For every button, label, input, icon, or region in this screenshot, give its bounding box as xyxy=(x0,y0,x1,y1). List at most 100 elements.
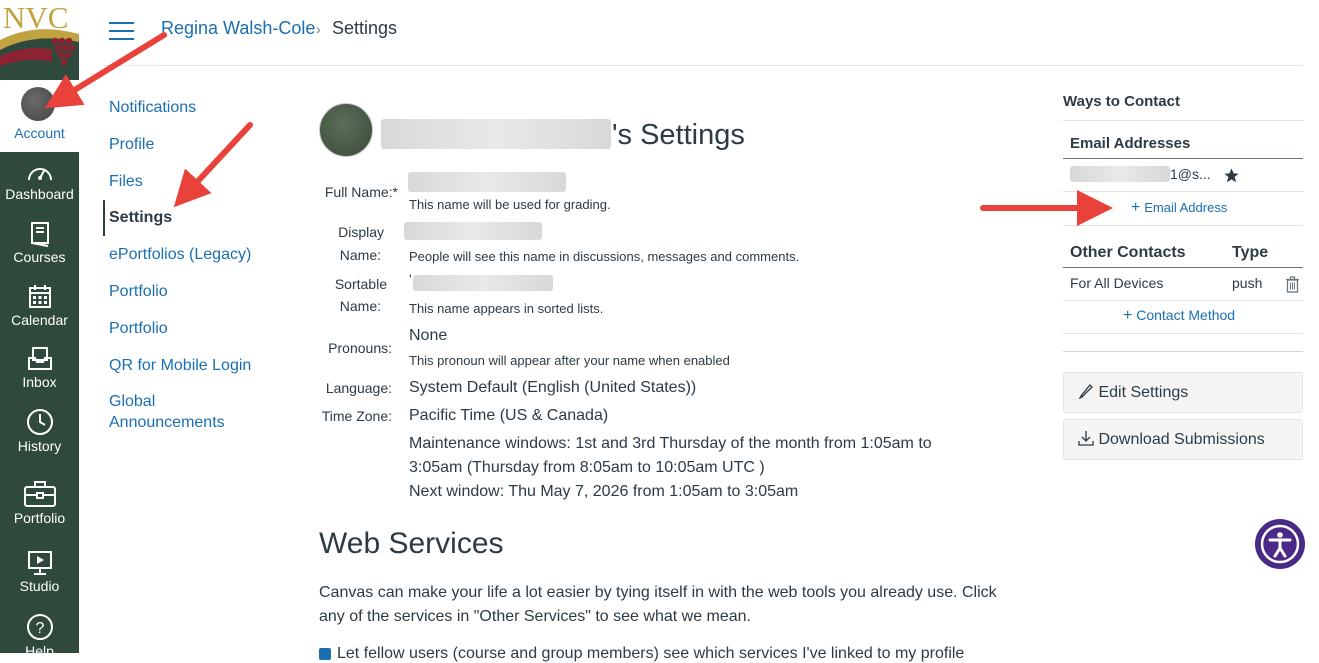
other-contacts-header-divider xyxy=(1063,267,1303,268)
edit-settings-label: Edit Settings xyxy=(1098,384,1189,401)
add-contact-label: Contact Method xyxy=(1136,307,1236,323)
full-name-label: Full Name:* xyxy=(324,184,398,200)
email-section-divider xyxy=(1063,225,1303,226)
nav-item-label: Studio xyxy=(19,578,60,594)
svg-text:?: ? xyxy=(35,620,44,637)
subnav-profile[interactable]: Profile xyxy=(109,134,154,155)
subnav-eportfolios[interactable]: ePortfolios (Legacy) xyxy=(109,244,251,265)
hamburger-line xyxy=(109,38,134,40)
show-services-checkbox-label[interactable]: Let fellow users (course and group membe… xyxy=(337,645,964,663)
subnav-files[interactable]: Files xyxy=(109,171,143,192)
help-icon: ? xyxy=(26,614,53,640)
subnav-notifications[interactable]: Notifications xyxy=(109,97,196,118)
nav-item-label: Courses xyxy=(13,249,66,265)
accessibility-icon xyxy=(1260,524,1300,564)
ways-to-contact-heading: Ways to Contact xyxy=(1063,93,1180,110)
type-heading: Type xyxy=(1232,244,1269,261)
history-icon xyxy=(26,409,53,435)
timezone-value: Pacific Time (US & Canada) xyxy=(409,407,609,424)
hamburger-line xyxy=(109,30,134,32)
plus-icon: + xyxy=(1123,307,1133,324)
email-address-value[interactable]: 1@s... xyxy=(1170,166,1211,182)
edit-settings-button[interactable]: Edit Settings xyxy=(1063,372,1303,413)
nav-item-inbox[interactable]: Inbox xyxy=(0,346,79,390)
pronouns-label: Pronouns: xyxy=(328,340,392,356)
next-maintenance-window: Next window: Thu May 7, 2026 from 1:05am… xyxy=(409,483,799,500)
pronouns-hint: This pronoun will appear after your name… xyxy=(409,353,730,368)
redacted-email-prefix xyxy=(1070,166,1170,182)
header-divider xyxy=(103,65,1303,66)
pencil-icon xyxy=(1078,384,1093,400)
nav-item-courses[interactable]: Courses xyxy=(0,221,79,265)
display-name-label-2: Name: xyxy=(339,247,381,263)
download-icon xyxy=(1078,431,1094,446)
language-label: Language: xyxy=(325,380,392,396)
subnav-qr-mobile-login[interactable]: QR for Mobile Login xyxy=(109,355,251,376)
contact-divider xyxy=(1063,120,1303,121)
subnav-global-announcements[interactable]: Global Announcements xyxy=(109,391,239,433)
subnav-portfolio-2[interactable]: Portfolio xyxy=(109,318,168,339)
sortable-name-label-2: Name: xyxy=(339,298,381,314)
accessibility-button[interactable] xyxy=(1255,519,1305,569)
contact-row-divider xyxy=(1063,300,1303,301)
email-addresses-heading: Email Addresses xyxy=(1070,135,1191,152)
nav-item-label: History xyxy=(17,438,62,454)
nav-item-label: Help xyxy=(25,643,54,659)
nav-item-label: Portfolio xyxy=(13,510,66,526)
maintenance-window-line-2: 3:05am (Thursday from 8:05am to 10:05am … xyxy=(409,459,765,476)
other-contacts-heading: Other Contacts xyxy=(1070,244,1186,261)
profile-picture[interactable] xyxy=(319,103,373,157)
sortable-name-hint: This name appears in sorted lists. xyxy=(409,301,604,316)
add-email-label: Email Address xyxy=(1144,200,1228,215)
avatar[interactable] xyxy=(21,87,55,121)
logo[interactable]: NVC xyxy=(0,0,79,80)
download-submissions-label: Download Submissions xyxy=(1098,431,1265,448)
language-value: System Default (English (United States)) xyxy=(409,379,697,396)
add-email-address-link[interactable]: + Email Address xyxy=(1131,199,1227,217)
hamburger-menu-button[interactable] xyxy=(109,22,134,40)
nav-item-portfolio[interactable]: Portfolio xyxy=(0,480,79,526)
inbox-icon xyxy=(27,347,52,370)
nav-item-history[interactable]: History xyxy=(0,408,79,454)
nav-item-dashboard[interactable]: Dashboard xyxy=(0,160,79,202)
subnav-active-indicator xyxy=(103,200,105,236)
arrow-to-settings xyxy=(173,122,253,208)
sortable-name-value xyxy=(413,275,553,291)
sortable-name-label: Sortable xyxy=(334,276,387,292)
other-contact-name: For All Devices xyxy=(1070,275,1164,291)
courses-icon xyxy=(30,222,49,247)
web-services-heading: Web Services xyxy=(319,527,504,560)
plus-icon: + xyxy=(1131,199,1141,216)
maintenance-window-line-1: Maintenance windows: 1st and 3rd Thursda… xyxy=(409,435,932,452)
nav-item-label: Inbox xyxy=(22,374,57,390)
full-name-value xyxy=(408,172,566,192)
full-name-hint: This name will be used for grading. xyxy=(409,197,611,212)
nav-item-help[interactable]: ? Help xyxy=(0,613,79,659)
studio-icon xyxy=(27,551,52,575)
nav-item-calendar[interactable]: Calendar xyxy=(0,284,79,328)
nav-item-studio[interactable]: Studio xyxy=(0,550,79,594)
web-services-description: Canvas can make your life a lot easier b… xyxy=(319,584,997,625)
sortable-name-prefix: ' xyxy=(409,271,412,287)
trash-icon[interactable] xyxy=(1285,276,1300,293)
breadcrumb-user[interactable]: Regina Walsh-Cole xyxy=(161,18,315,39)
account-label[interactable]: Account xyxy=(0,125,79,141)
show-services-checkbox[interactable] xyxy=(319,648,331,660)
add-contact-method-link[interactable]: + Contact Method xyxy=(1123,307,1235,325)
dashboard-icon xyxy=(27,168,52,181)
settings-title: 's Settings xyxy=(612,119,745,151)
display-name-label: Display xyxy=(338,224,384,240)
nav-item-label: Dashboard xyxy=(5,186,74,202)
display-name-value xyxy=(404,222,542,240)
download-submissions-button[interactable]: Download Submissions xyxy=(1063,419,1303,460)
hamburger-line xyxy=(109,22,134,24)
redacted-user-name xyxy=(381,119,611,149)
email-header-divider xyxy=(1063,158,1303,159)
actions-divider xyxy=(1063,351,1303,352)
display-name-hint: People will see this name in discussions… xyxy=(409,249,800,264)
timezone-label: Time Zone: xyxy=(321,408,392,424)
subnav-portfolio[interactable]: Portfolio xyxy=(109,281,168,302)
subnav-settings[interactable]: Settings xyxy=(109,207,172,228)
calendar-icon xyxy=(28,285,51,308)
email-row-divider xyxy=(1063,191,1303,192)
